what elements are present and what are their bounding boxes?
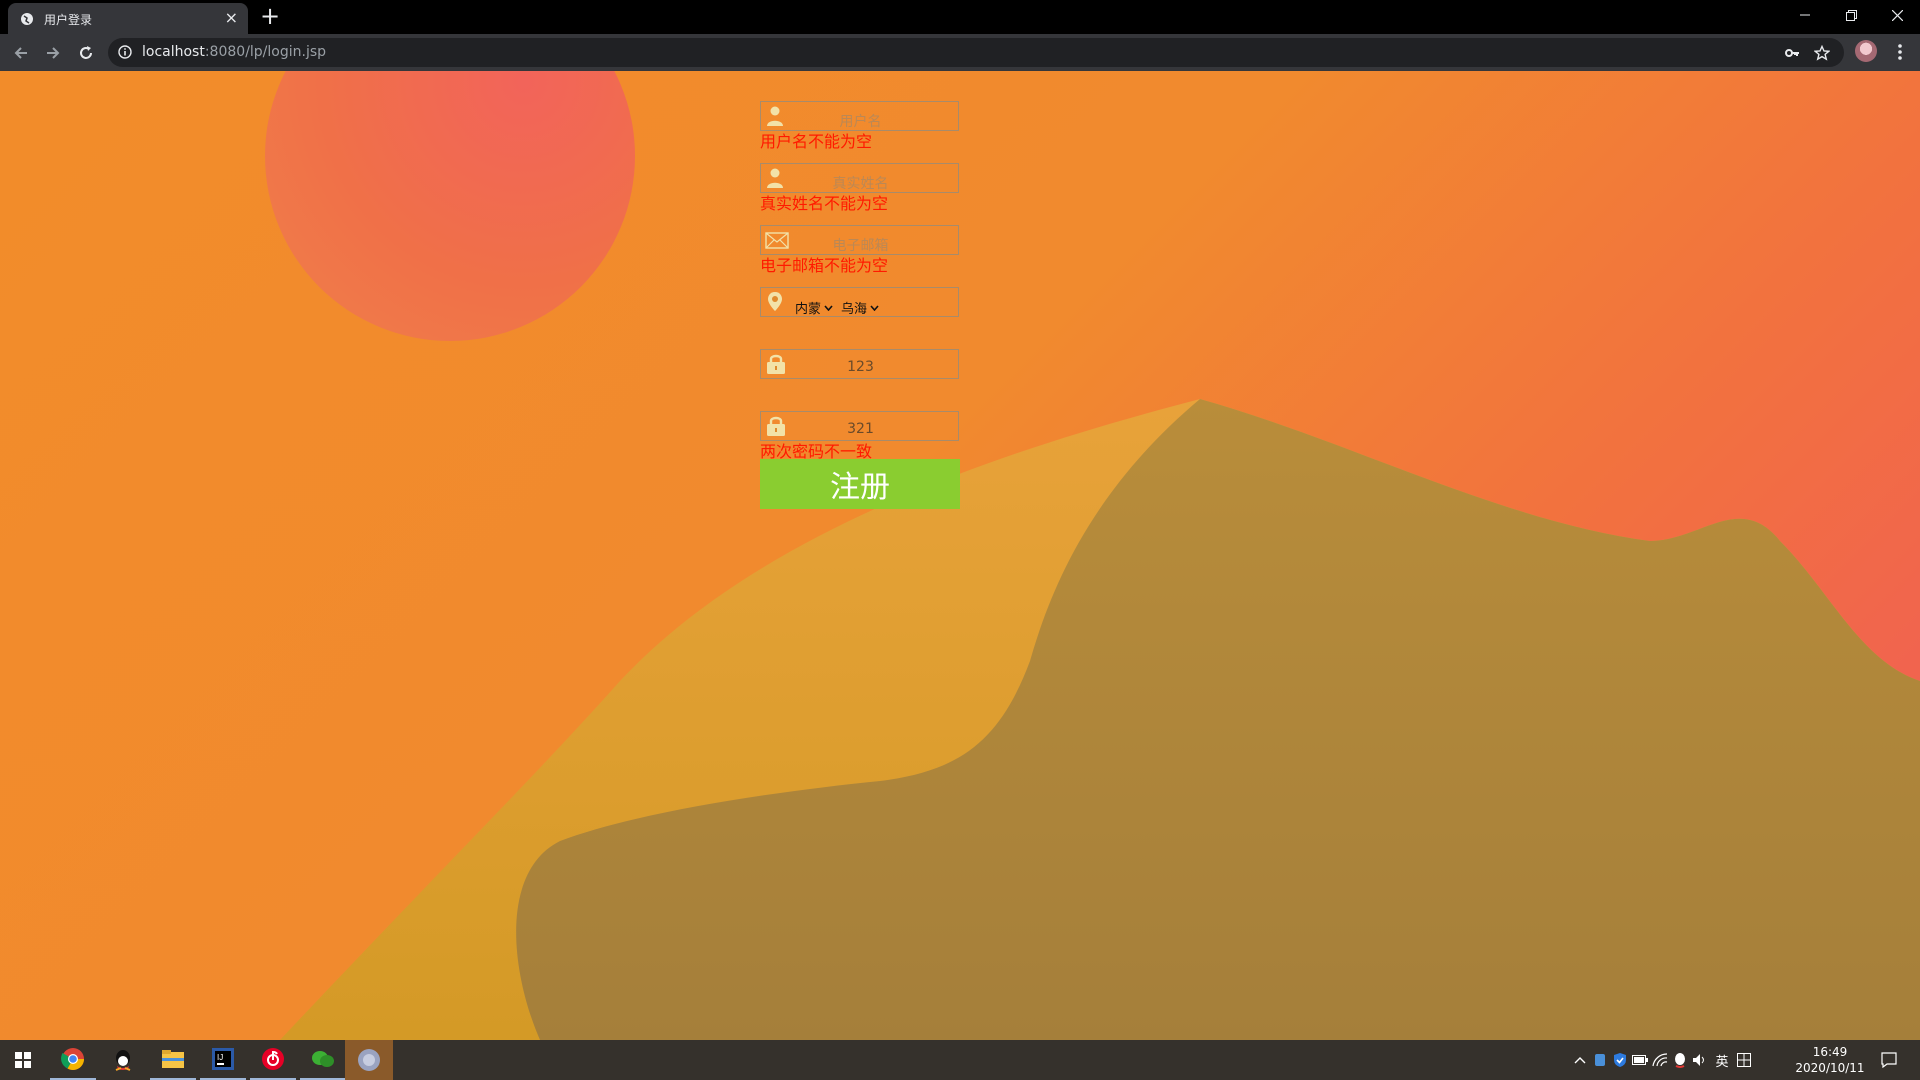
- register-form: 用户名 用户名不能为空 真实姓名 真实姓名不能为空 电子邮箱 电子邮箱不能为空: [760, 101, 960, 509]
- system-tray: 英: [1570, 1040, 1754, 1080]
- realname-input[interactable]: 真实姓名: [760, 163, 959, 193]
- volume-icon[interactable]: [1690, 1050, 1710, 1070]
- svg-text:IJ: IJ: [217, 1053, 223, 1062]
- globe-icon: [21, 13, 33, 25]
- qq-icon[interactable]: [100, 1040, 146, 1080]
- more-menu-icon[interactable]: [1890, 42, 1910, 62]
- forward-icon[interactable]: [41, 41, 65, 65]
- wechat-leaf-icon[interactable]: [300, 1040, 346, 1080]
- register-button[interactable]: 注册: [760, 459, 960, 509]
- browser-titlebar: 用户登录 × +: [0, 0, 1920, 34]
- url-host: localhost: [142, 44, 205, 60]
- windows-start-icon[interactable]: [0, 1040, 46, 1080]
- tab-title: 用户登录: [44, 13, 93, 27]
- clock-time: 16:49: [1812, 1045, 1848, 1059]
- key-icon[interactable]: [1784, 45, 1800, 61]
- chrome-icon[interactable]: [50, 1040, 96, 1080]
- tray-expand-icon[interactable]: [1570, 1050, 1590, 1070]
- city-select[interactable]: 乌海: [841, 298, 879, 317]
- info-icon[interactable]: [118, 45, 132, 59]
- bookmark-star-icon[interactable]: [1814, 45, 1830, 61]
- password-value: 123: [847, 359, 874, 375]
- netease-music-icon[interactable]: [250, 1040, 296, 1080]
- clock-date: 2020/10/11: [1795, 1061, 1865, 1075]
- back-icon[interactable]: [9, 41, 33, 65]
- tray-cloud-icon[interactable]: [1590, 1050, 1610, 1070]
- browser-tab[interactable]: 用户登录 ×: [8, 3, 248, 34]
- location-pin-icon: [768, 292, 782, 311]
- page-viewport: 用户名 用户名不能为空 真实姓名 真实姓名不能为空 电子邮箱 电子邮箱不能为空: [0, 71, 1920, 1040]
- tab-close-icon[interactable]: ×: [225, 9, 238, 27]
- qq-tray-icon[interactable]: [1670, 1050, 1690, 1070]
- shield-icon[interactable]: [1610, 1050, 1630, 1070]
- location-selects: 内蒙 乌海: [795, 298, 879, 317]
- province-value: 内蒙: [795, 302, 822, 317]
- input-mode-icon[interactable]: [1734, 1050, 1754, 1070]
- restore-icon[interactable]: [1828, 0, 1874, 30]
- email-input[interactable]: 电子邮箱: [760, 225, 959, 255]
- background-dunes: [280, 399, 1920, 1040]
- photo-viewer-icon[interactable]: [345, 1040, 393, 1080]
- wifi-icon[interactable]: [1650, 1050, 1670, 1070]
- address-bar[interactable]: localhost:8080/lp/login.jsp: [108, 38, 1844, 67]
- profile-avatar[interactable]: [1855, 40, 1877, 62]
- close-window-icon[interactable]: [1874, 0, 1920, 30]
- username-error: 用户名不能为空: [760, 132, 873, 151]
- realname-error: 真实姓名不能为空: [760, 194, 889, 213]
- location-field: 内蒙 乌海: [760, 287, 959, 317]
- file-explorer-icon[interactable]: [150, 1040, 196, 1080]
- email-error: 电子邮箱不能为空: [760, 256, 889, 275]
- confirm-password-error: 两次密码不一致: [760, 442, 873, 461]
- province-select[interactable]: 内蒙: [795, 298, 833, 317]
- chevron-down-icon: [870, 304, 879, 311]
- username-input[interactable]: 用户名: [760, 101, 959, 131]
- browser-toolbar: localhost:8080/lp/login.jsp: [0, 34, 1920, 71]
- reload-icon[interactable]: [74, 41, 98, 65]
- system-clock[interactable]: 16:49 2020/10/11: [1790, 1044, 1870, 1076]
- password-input[interactable]: 123: [760, 349, 959, 379]
- confirm-password-value: 321: [847, 421, 874, 437]
- new-tab-button[interactable]: +: [260, 4, 280, 28]
- username-placeholder: 用户名: [839, 114, 882, 130]
- email-placeholder: 电子邮箱: [832, 238, 889, 254]
- battery-icon[interactable]: [1630, 1050, 1650, 1070]
- url-text[interactable]: localhost:8080/lp/login.jsp: [142, 44, 326, 60]
- notification-icon[interactable]: [1866, 1040, 1912, 1080]
- city-value: 乌海: [841, 302, 868, 317]
- chevron-down-icon: [824, 304, 833, 311]
- windows-taskbar: IJ 英 16:49 2020/10/11: [0, 1040, 1920, 1080]
- confirm-password-input[interactable]: 321: [760, 411, 959, 441]
- url-path: :8080/lp/login.jsp: [204, 44, 327, 60]
- minimize-icon[interactable]: [1782, 0, 1828, 30]
- input-language[interactable]: 英: [1710, 1050, 1734, 1070]
- intellij-icon[interactable]: IJ: [200, 1040, 246, 1080]
- realname-placeholder: 真实姓名: [832, 176, 889, 192]
